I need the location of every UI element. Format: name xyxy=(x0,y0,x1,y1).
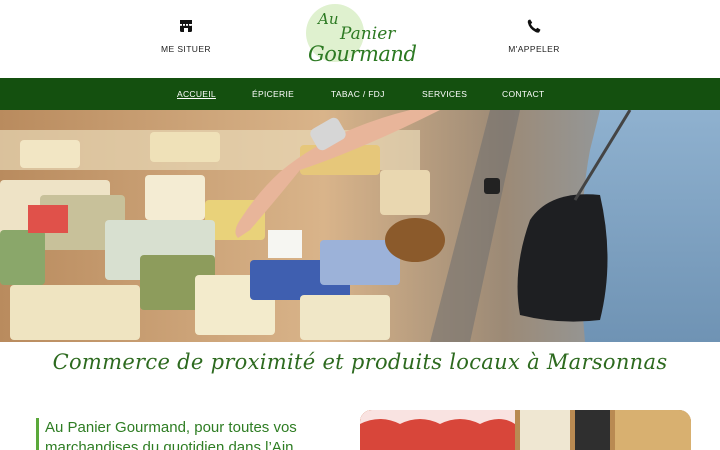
locate-label: ME SITUER xyxy=(161,44,211,54)
logo-text-line3: Gourmand xyxy=(308,42,417,66)
tagline: Commerce de proximité et produits locaux… xyxy=(52,350,668,374)
locate-link[interactable]: ME SITUER xyxy=(126,18,246,57)
cheese-counter-photo xyxy=(0,110,720,342)
phone-icon xyxy=(527,19,541,33)
logo-text-line1: Au xyxy=(318,10,339,28)
nav-label: CONTACT xyxy=(502,89,545,99)
nav-label: ÉPICERIE xyxy=(252,89,295,99)
intro-heading-line1: Au Panier Gourmand, pour toutes vos xyxy=(45,419,297,436)
site-header: ME SITUER Au Panier Gourmand M'APPELER xyxy=(0,0,720,78)
nav-label: SERVICES xyxy=(422,89,468,99)
nav-item-services[interactable]: SERVICES xyxy=(422,78,467,110)
nav-item-epicerie[interactable]: ÉPICERIE xyxy=(252,78,294,110)
hero-banner xyxy=(0,110,720,342)
shop-interior-image xyxy=(360,410,691,450)
store-icon xyxy=(180,20,192,32)
nav-item-accueil[interactable]: ACCUEIL xyxy=(177,78,216,110)
main-nav: ACCUEIL ÉPICERIE TABAC / FDJ SERVICES CO… xyxy=(0,78,720,110)
logo-text-line2: Panier xyxy=(340,24,396,44)
nav-item-tabac-fdj[interactable]: TABAC / FDJ xyxy=(331,78,385,110)
intro-section: Au Panier Gourmand, pour toutes vos marc… xyxy=(36,418,336,450)
call-label: M'APPELER xyxy=(508,44,560,54)
intro-heading-line2: marchandises du quotidien dans l’Ain xyxy=(45,439,294,450)
shop-photo xyxy=(360,410,691,450)
call-link[interactable]: M'APPELER xyxy=(474,18,594,57)
site-logo[interactable]: Au Panier Gourmand xyxy=(300,2,420,76)
nav-label: ACCUEIL xyxy=(177,89,216,99)
nav-item-contact[interactable]: CONTACT xyxy=(502,78,545,110)
nav-label: TABAC / FDJ xyxy=(331,89,385,99)
